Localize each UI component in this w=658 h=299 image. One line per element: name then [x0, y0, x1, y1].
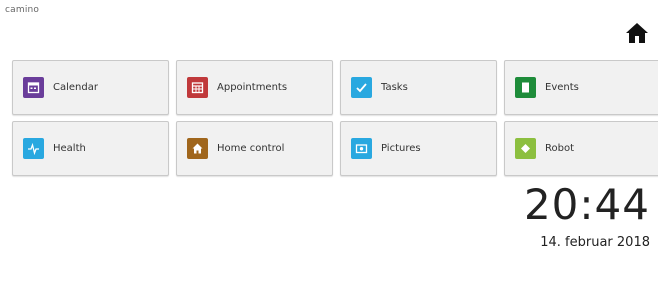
tile-appointments[interactable]: Appointments — [176, 60, 333, 115]
picture-icon — [351, 138, 372, 159]
heartbeat-icon — [23, 138, 44, 159]
checkmark-icon — [351, 77, 372, 98]
tile-health[interactable]: Health — [12, 121, 169, 176]
tile-home-control[interactable]: Home control — [176, 121, 333, 176]
tile-pictures[interactable]: Pictures — [340, 121, 497, 176]
tile-robot[interactable]: Robot — [504, 121, 658, 176]
calendar-grid-icon — [187, 77, 208, 98]
app-grid: Calendar Appointments Tasks Events Healt… — [12, 60, 658, 176]
brand-logo: camino — [5, 5, 40, 15]
tile-calendar[interactable]: Calendar — [12, 60, 169, 115]
house-icon — [187, 138, 208, 159]
home-icon — [626, 23, 648, 43]
tile-label: Calendar — [53, 82, 98, 93]
calendar-icon — [23, 77, 44, 98]
tile-tasks[interactable]: Tasks — [340, 60, 497, 115]
tile-label: Health — [53, 143, 86, 154]
robot-icon — [515, 138, 536, 159]
clock-time: 20:44 — [523, 180, 650, 229]
clock-date: 14. februar 2018 — [540, 235, 650, 250]
tile-label: Home control — [217, 143, 285, 154]
tile-label: Pictures — [381, 143, 421, 154]
home-button[interactable] — [624, 20, 650, 46]
tile-label: Events — [545, 82, 579, 93]
tile-events[interactable]: Events — [504, 60, 658, 115]
document-icon — [515, 77, 536, 98]
tile-label: Appointments — [217, 82, 288, 93]
tile-label: Robot — [545, 143, 575, 154]
tile-label: Tasks — [381, 82, 408, 93]
